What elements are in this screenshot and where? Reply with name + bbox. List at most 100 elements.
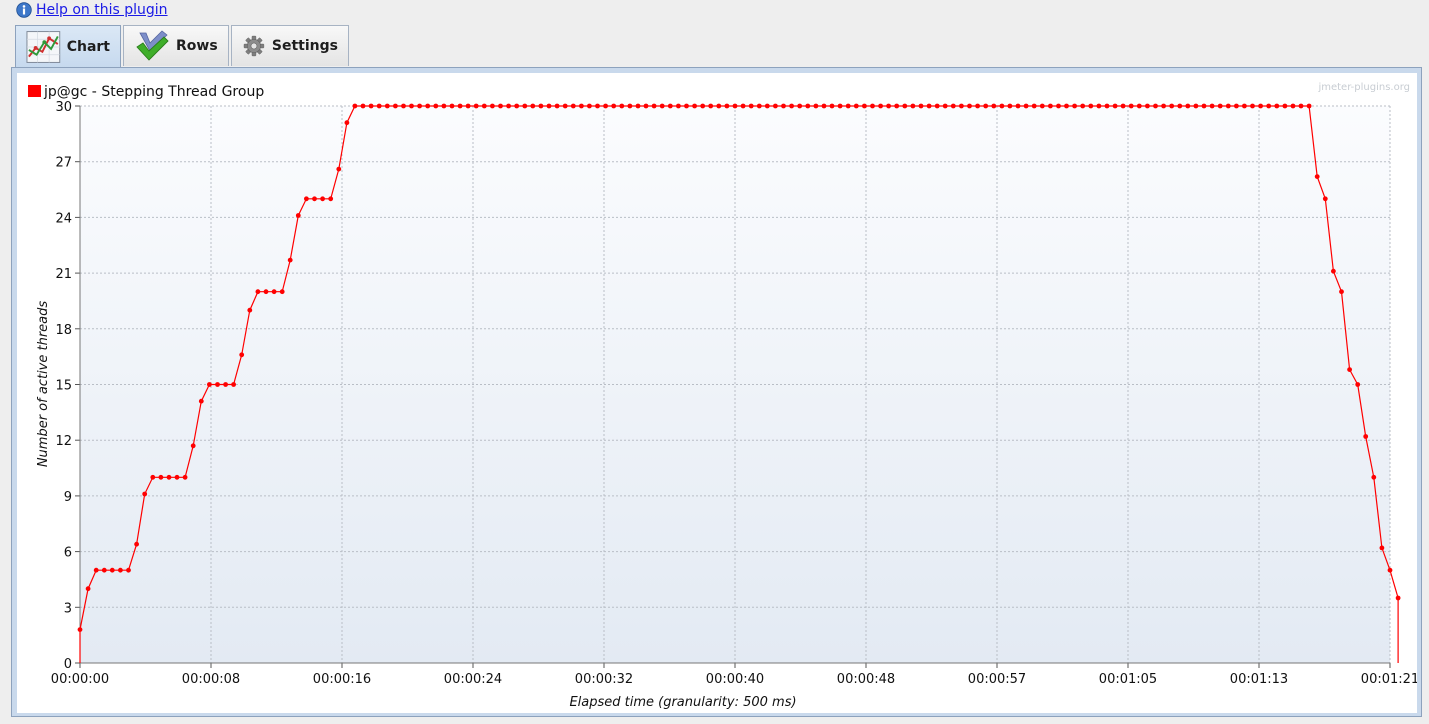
data-point (1371, 474, 1377, 480)
data-point (595, 103, 600, 109)
y-tick-label: 15 (55, 379, 72, 394)
data-point (1274, 103, 1280, 109)
data-point (562, 103, 568, 109)
data-point (975, 103, 980, 109)
x-tick-label: 00:00:32 (575, 672, 633, 687)
data-point (1039, 103, 1045, 109)
data-point (1209, 103, 1215, 109)
data-point (659, 103, 665, 109)
chart-icon (26, 31, 61, 63)
data-point (1282, 103, 1288, 109)
data-point (950, 103, 956, 109)
legend-swatch (28, 85, 41, 97)
data-point (546, 103, 552, 109)
data-point (1177, 103, 1183, 109)
data-point (918, 103, 924, 109)
data-point (619, 103, 625, 109)
data-point (1153, 103, 1158, 109)
data-point (1015, 103, 1021, 109)
data-point (845, 103, 851, 109)
data-point (1355, 382, 1361, 387)
data-point (441, 103, 447, 109)
data-point (805, 103, 811, 109)
gear-icon (243, 35, 265, 57)
data-point (748, 103, 754, 109)
data-point (1331, 268, 1336, 274)
data-point (870, 103, 875, 109)
x-tick-label: 00:00:40 (706, 672, 764, 687)
data-point (344, 120, 350, 126)
data-point (384, 103, 390, 109)
data-point (1363, 434, 1369, 439)
y-tick-label: 3 (64, 601, 72, 616)
x-tick-label: 00:00:57 (968, 672, 1026, 687)
data-point (716, 103, 722, 109)
data-point (1379, 545, 1385, 551)
data-point (902, 103, 908, 109)
data-point (554, 103, 560, 109)
data-point (1298, 103, 1304, 109)
plugin-window: Help on this plugin Chart Rows Settings … (0, 0, 1429, 724)
data-point (1007, 103, 1013, 109)
data-point (1290, 103, 1296, 109)
data-point (926, 103, 932, 109)
data-point (320, 196, 325, 202)
data-point (1258, 103, 1263, 109)
data-point (837, 103, 843, 109)
data-point (271, 289, 277, 295)
data-point (85, 586, 91, 592)
data-point (473, 103, 479, 109)
x-tick-label: 00:01:13 (1230, 672, 1288, 687)
x-tick-label: 00:01:21 (1361, 672, 1417, 687)
x-tick-label: 00:00:08 (182, 672, 240, 687)
data-point (821, 103, 827, 109)
data-point (174, 474, 180, 480)
help-link[interactable]: Help on this plugin (36, 2, 168, 18)
data-point (643, 103, 649, 109)
data-point (1322, 196, 1328, 202)
chart-area: 0 3 6 9 12 15 18 21 24 27 30 00:00:00 00:00:08 00:00:… (17, 73, 1419, 713)
data-point (433, 103, 439, 109)
data-point (1201, 103, 1207, 109)
tab-settings[interactable]: Settings (231, 25, 349, 66)
data-point (409, 103, 414, 109)
data-point (109, 567, 115, 573)
data-point (142, 491, 148, 497)
data-point (190, 443, 196, 449)
x-tick-label: 00:01:05 (1099, 672, 1157, 687)
data-point (853, 103, 859, 109)
line-chart: 0 3 6 9 12 15 18 21 24 27 30 00:00:00 00:00:08 00:00:… (28, 82, 1419, 710)
data-point (279, 289, 285, 295)
data-point (1088, 103, 1094, 109)
data-point (1064, 103, 1069, 109)
help-row: Help on this plugin (16, 1, 168, 19)
data-point (1072, 103, 1077, 109)
tab-chart-label: Chart (66, 39, 110, 55)
y-tick-label: 30 (55, 100, 72, 115)
data-point (959, 103, 964, 109)
tab-rows[interactable]: Rows (123, 25, 229, 66)
tab-rows-label: Rows (176, 38, 218, 54)
y-axis-label: Number of active threads (36, 301, 51, 468)
data-point (1266, 103, 1272, 109)
data-point (126, 567, 131, 573)
data-point (295, 213, 301, 218)
x-tick-label: 00:00:24 (444, 672, 502, 687)
data-point (773, 103, 778, 109)
data-point (1193, 103, 1199, 109)
data-point (538, 103, 544, 109)
data-point (368, 103, 374, 109)
tab-chart[interactable]: Chart (15, 25, 121, 68)
legend: jp@gc - Stepping Thread Group (28, 84, 264, 100)
data-point (393, 103, 398, 109)
data-point (1217, 103, 1223, 109)
data-point (886, 103, 891, 109)
data-point (651, 103, 657, 109)
data-point (700, 103, 706, 109)
data-point (457, 103, 463, 109)
x-tick-label: 00:00:48 (837, 672, 895, 687)
data-point (522, 103, 528, 109)
data-point (312, 196, 317, 202)
data-point (239, 352, 245, 358)
data-point (481, 103, 487, 109)
